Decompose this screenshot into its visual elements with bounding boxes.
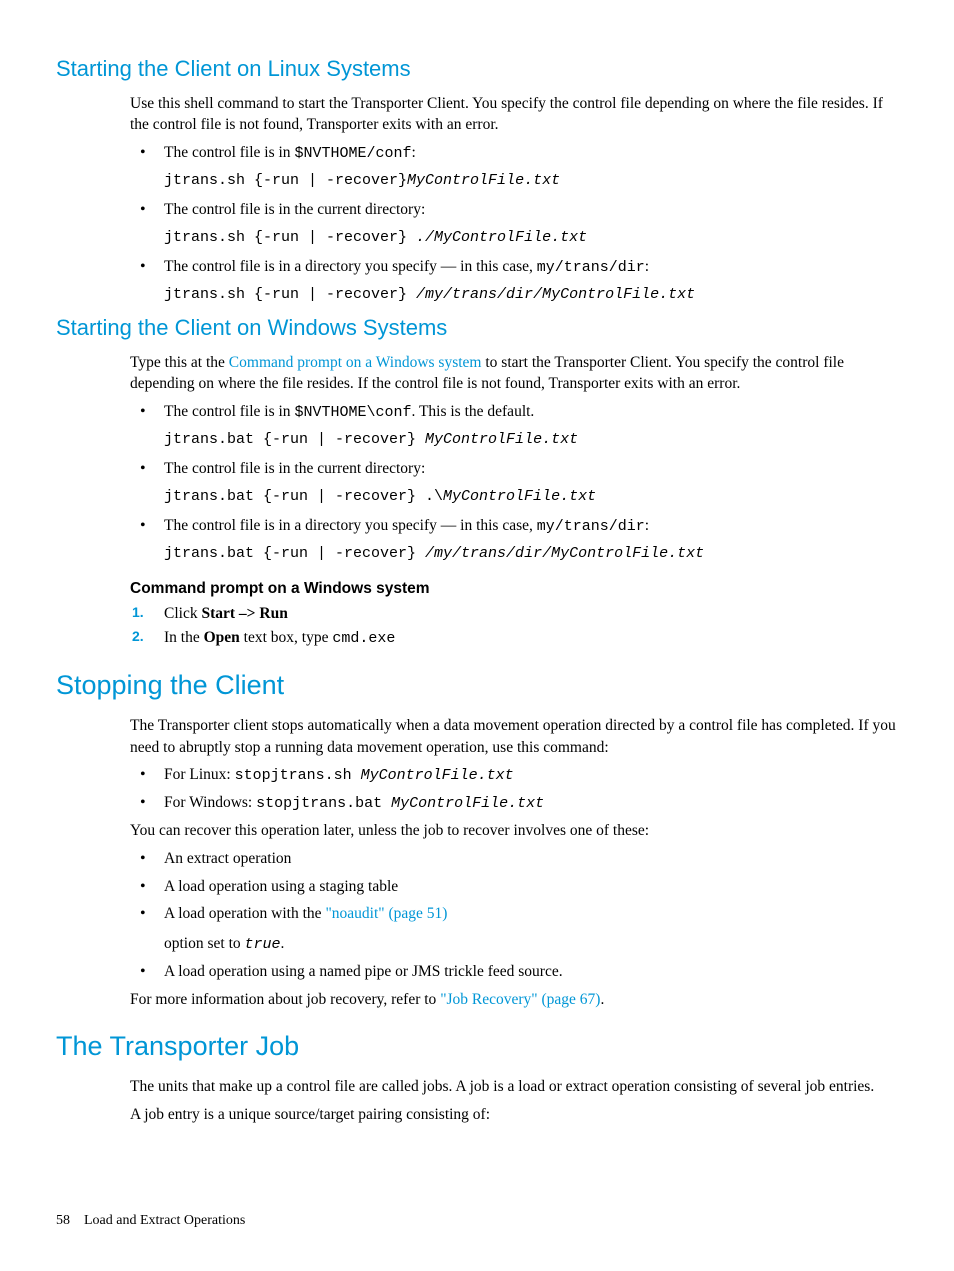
- list-item: The control file is in the current direc…: [130, 458, 898, 507]
- section-job-body: The units that make up a control file ar…: [130, 1076, 898, 1125]
- paragraph: You can recover this operation later, un…: [130, 820, 898, 842]
- code-line: jtrans.bat {-run | -recover} MyControlFi…: [164, 429, 898, 450]
- text: A load operation with the: [164, 905, 325, 922]
- paragraph: The Transporter client stops automatical…: [130, 715, 898, 758]
- code: jtrans.bat {-run | -recover}: [164, 545, 425, 562]
- text: For more information about job recovery,…: [130, 991, 440, 1008]
- paragraph: Type this at the Command prompt on a Win…: [130, 352, 898, 395]
- inline-code: stopjtrans.bat: [256, 795, 391, 812]
- code-arg: MyControlFile.txt: [391, 795, 544, 812]
- list-item: For Windows: stopjtrans.bat MyControlFil…: [130, 792, 898, 814]
- bold-text: Start –> Run: [201, 605, 287, 622]
- list-item: An extract operation: [130, 848, 898, 870]
- text: For Windows:: [164, 794, 256, 811]
- text: text box, type: [240, 629, 333, 646]
- step-item: In the Open text box, type cmd.exe: [130, 627, 898, 649]
- text: The control file is in: [164, 403, 294, 420]
- code-arg: MyControlFile.txt: [443, 488, 596, 505]
- paragraph: A job entry is a unique source/target pa…: [130, 1104, 898, 1126]
- list-item: A load operation using a staging table: [130, 876, 898, 898]
- list-item: The control file is in $NVTHOME/conf: jt…: [130, 142, 898, 191]
- link-noaudit[interactable]: "noaudit" (page 51): [325, 905, 447, 922]
- list-item: A load operation using a named pipe or J…: [130, 961, 898, 983]
- paragraph: The units that make up a control file ar…: [130, 1076, 898, 1098]
- text: The control file is in the current direc…: [164, 460, 425, 477]
- heading-transporter-job: The Transporter Job: [56, 1028, 898, 1066]
- text: Type this at the: [130, 354, 229, 371]
- text: A load operation using a staging table: [164, 878, 398, 895]
- text: :: [411, 144, 415, 161]
- list-item: The control file is in a directory you s…: [130, 256, 898, 305]
- code-arg: /my/trans/dir/MyControlFile.txt: [416, 286, 695, 303]
- link-job-recovery[interactable]: "Job Recovery" (page 67): [440, 991, 600, 1008]
- bullet-list: An extract operation A load operation us…: [130, 848, 898, 983]
- inline-code: cmd.exe: [332, 630, 395, 647]
- bullet-list: The control file is in $NVTHOME\conf. Th…: [130, 401, 898, 564]
- list-item: For Linux: stopjtrans.sh MyControlFile.t…: [130, 764, 898, 786]
- paragraph: Use this shell command to start the Tran…: [130, 93, 898, 136]
- text: Click: [164, 605, 201, 622]
- bold-text: Open: [204, 629, 240, 646]
- text: The control file is in a directory you s…: [164, 517, 537, 534]
- heading-stopping-client: Stopping the Client: [56, 667, 898, 705]
- inline-code: $NVTHOME/conf: [294, 145, 411, 162]
- heading-starting-windows: Starting the Client on Windows Systems: [56, 313, 898, 344]
- code-arg: MyControlFile.txt: [361, 767, 514, 784]
- section-windows-body: Type this at the Command prompt on a Win…: [130, 352, 898, 649]
- section-linux-body: Use this shell command to start the Tran…: [130, 93, 898, 305]
- text: The control file is in the current direc…: [164, 201, 425, 218]
- text: For Linux:: [164, 766, 235, 783]
- inline-code: my/trans/dir: [537, 259, 645, 276]
- ordered-steps: Click Start –> Run In the Open text box,…: [130, 603, 898, 649]
- code: jtrans.bat {-run | -recover} .\: [164, 488, 443, 505]
- code-arg: /my/trans/dir/MyControlFile.txt: [425, 545, 704, 562]
- code-arg: MyControlFile.txt: [407, 172, 560, 189]
- text: .: [600, 991, 604, 1008]
- step-item: Click Start –> Run: [130, 603, 898, 625]
- code-arg: MyControlFile.txt: [425, 431, 578, 448]
- text: :: [645, 517, 649, 534]
- text: :: [645, 258, 649, 275]
- list-item: A load operation with the "noaudit" (pag…: [130, 903, 898, 955]
- heading-starting-linux: Starting the Client on Linux Systems: [56, 54, 898, 85]
- paragraph: For more information about job recovery,…: [130, 989, 898, 1011]
- code: jtrans.sh {-run | -recover}: [164, 286, 416, 303]
- link-command-prompt[interactable]: Command prompt on a Windows system: [229, 354, 482, 371]
- code-line: jtrans.sh {-run | -recover}MyControlFile…: [164, 170, 898, 191]
- bullet-list: The control file is in $NVTHOME/conf: jt…: [130, 142, 898, 305]
- list-item: The control file is in a directory you s…: [130, 515, 898, 564]
- code-arg: ./MyControlFile.txt: [416, 229, 587, 246]
- text-line: option set to true.: [164, 933, 898, 955]
- section-stopping-body: The Transporter client stops automatical…: [130, 715, 898, 1011]
- code-line: jtrans.bat {-run | -recover} /my/trans/d…: [164, 543, 898, 564]
- code-arg: true: [245, 936, 281, 953]
- list-item: The control file is in $NVTHOME\conf. Th…: [130, 401, 898, 450]
- page-number: 58: [56, 1213, 70, 1228]
- text: An extract operation: [164, 850, 291, 867]
- text: A load operation using a named pipe or J…: [164, 963, 563, 980]
- code: jtrans.sh {-run | -recover}: [164, 172, 407, 189]
- bullet-list: For Linux: stopjtrans.sh MyControlFile.t…: [130, 764, 898, 814]
- text: option set to: [164, 935, 245, 952]
- text: . This is the default.: [411, 403, 534, 420]
- inline-code: my/trans/dir: [537, 518, 645, 535]
- code: jtrans.sh {-run | -recover}: [164, 229, 416, 246]
- inline-code: stopjtrans.sh: [235, 767, 361, 784]
- code-line: jtrans.sh {-run | -recover} /my/trans/di…: [164, 284, 898, 305]
- code: jtrans.bat {-run | -recover}: [164, 431, 425, 448]
- chapter-title: Load and Extract Operations: [84, 1213, 245, 1228]
- code-line: jtrans.sh {-run | -recover} ./MyControlF…: [164, 227, 898, 248]
- inline-code: $NVTHOME\conf: [294, 404, 411, 421]
- page-footer: 58 Load and Extract Operations: [56, 1211, 245, 1231]
- subheading-command-prompt: Command prompt on a Windows system: [130, 578, 898, 600]
- code-line: jtrans.bat {-run | -recover} .\MyControl…: [164, 486, 898, 507]
- text: The control file is in: [164, 144, 294, 161]
- text: In the: [164, 629, 204, 646]
- text: .: [281, 935, 285, 952]
- text: The control file is in a directory you s…: [164, 258, 537, 275]
- list-item: The control file is in the current direc…: [130, 199, 898, 248]
